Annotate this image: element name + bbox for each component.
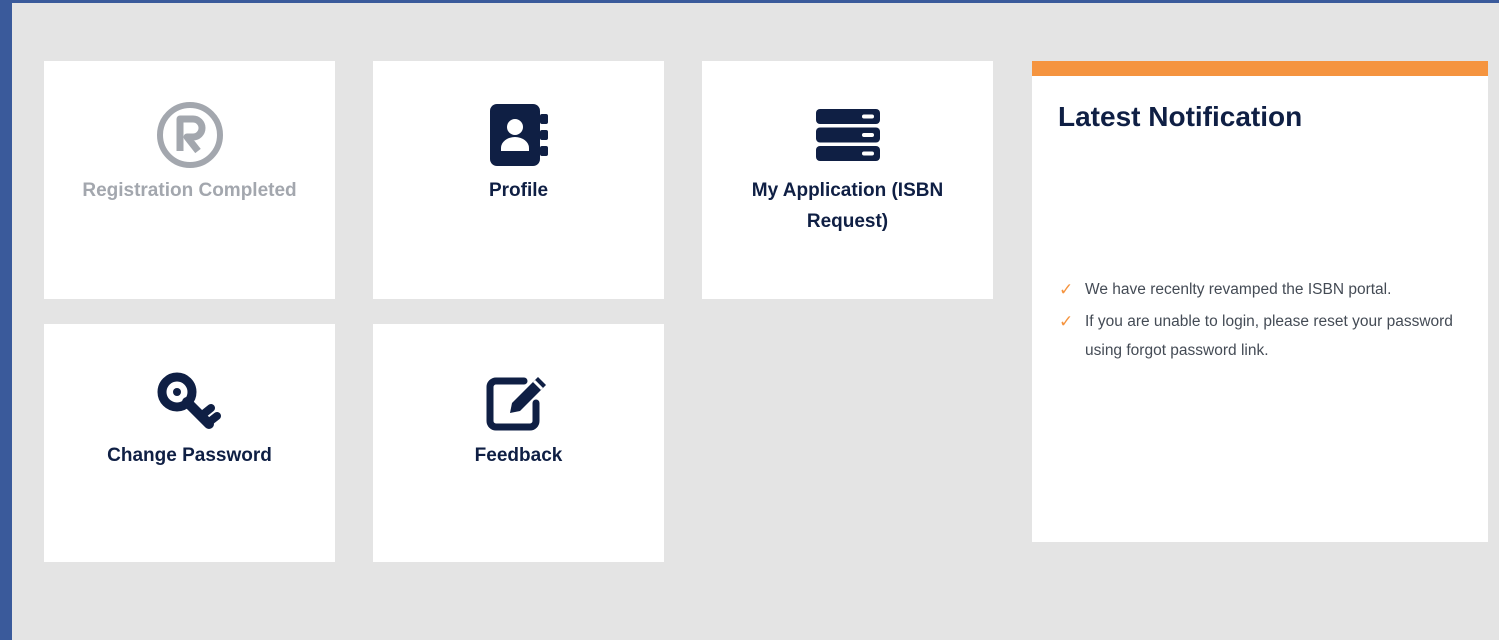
notification-text: We have recenlty revamped the ISBN porta… [1085, 281, 1392, 298]
notification-text: If you are unable to login, please reset… [1085, 313, 1453, 359]
my-application-label: My Application (ISBN Request) [751, 180, 944, 232]
change-password-label: Change Password [107, 445, 272, 466]
key-icon [157, 368, 223, 436]
profile-tile[interactable]: Profile [373, 61, 664, 299]
feedback-label: Feedback [474, 445, 563, 466]
contact-book-icon [488, 101, 550, 169]
notification-item: ✓ We have recenlty revamped the ISBN por… [1059, 275, 1488, 304]
my-application-tile[interactable]: My Application (ISBN Request) [702, 61, 993, 299]
check-icon: ✓ [1059, 312, 1074, 331]
server-icon [814, 101, 882, 169]
change-password-tile[interactable]: Change Password [44, 324, 335, 562]
notification-item: ✓ If you are unable to login, please res… [1059, 307, 1488, 365]
feedback-tile[interactable]: Feedback [373, 324, 664, 562]
dashboard-area: Registration Completed Profile My Applic… [12, 3, 1499, 640]
registered-icon [156, 101, 224, 169]
notification-title: Latest Notification [1058, 101, 1303, 132]
latest-notification-panel: Latest Notification ✓ We have recenlty r… [1032, 61, 1488, 542]
edit-icon [486, 368, 552, 436]
profile-label: Profile [488, 180, 549, 201]
registration-completed-label: Registration Completed [82, 180, 297, 201]
check-icon: ✓ [1059, 280, 1074, 299]
notification-list: ✓ We have recenlty revamped the ISBN por… [1059, 275, 1488, 365]
registration-completed-tile[interactable]: Registration Completed [44, 61, 335, 299]
